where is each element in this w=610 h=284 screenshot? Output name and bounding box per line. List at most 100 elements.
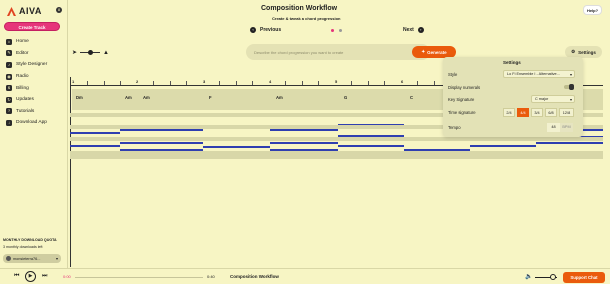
beat-tick [252,81,253,85]
zoom-slider-handle[interactable] [88,50,94,55]
total-time: 0:40 [207,274,215,279]
chord-label[interactable]: Dm [76,95,83,100]
bar-number: 2 [136,79,139,84]
beat-tick [368,81,369,85]
chord-label[interactable]: F [209,95,212,100]
sidebar-item-tutorials[interactable]: ? Tutorials [6,106,47,118]
zoom-slider[interactable] [80,50,101,55]
user-menu[interactable]: monsieterra76... ▾ [3,254,61,263]
sidebar-item-home[interactable]: ⌂ Home [6,36,47,48]
bar-number: 1 [72,79,75,84]
sidebar: AIVA 8 Create Track ⌂ Home ✎ Editor ♪ Style… [0,0,68,268]
page-title: Composition Workflow [261,5,338,12]
playhead[interactable] [70,77,71,267]
chord-label[interactable]: Am [276,95,283,100]
brand-name: AIVA [19,6,42,16]
bar-number: 6 [401,79,404,84]
volume-slider-handle[interactable] [550,274,556,280]
beat-tick [384,81,385,85]
settings-panel: Settings Style Lo Fi Ensemble I - Altern… [443,57,583,137]
time-signature-option[interactable]: 6/8 [545,108,557,117]
style-designer-icon: ♪ [6,61,12,68]
skip-forward-icon[interactable]: ⏭ [42,273,47,280]
username: monsieterra76... [13,256,41,261]
prompt-input[interactable]: Describe the chord progression you want … [254,50,343,55]
arrow-right-icon: › [417,27,424,33]
beat-tick [236,81,237,85]
sidebar-item-updates[interactable]: ↻ Updates [6,94,47,106]
gear-icon: ⚙ [571,49,576,54]
quota-text: 3 monthly downloads left [3,245,43,249]
volume-icon[interactable]: 🔈 [525,273,532,280]
display-numerals-label: Display numerals [448,85,481,90]
chord-label[interactable]: G [344,95,347,100]
bar-number: 4 [269,79,272,84]
sidebar-nav: ⌂ Home ✎ Editor ♪ Style Designer ◉ Radio $ Bi… [6,36,47,129]
key-signature-label: Key Signature [448,97,475,102]
beat-tick [302,81,303,85]
beat-tick [120,81,121,85]
page-subtitle: Create & tweak a chord progression [272,16,341,21]
tutorials-icon: ? [6,108,12,115]
key-signature-select[interactable]: C major ▾ [531,95,575,103]
play-button[interactable]: ▶ [25,271,36,282]
chord-label[interactable]: Am [125,95,132,100]
radio-icon: ◉ [6,73,12,80]
beat-tick [87,81,88,85]
support-chat-button[interactable]: Support Chat [563,272,605,283]
settings-panel-title: Settings [503,60,521,65]
brand[interactable]: AIVA [7,6,42,16]
skip-back-icon[interactable]: ⏮ [14,273,19,280]
tempo-unit: BPM [560,123,573,132]
time-signature-option-selected[interactable]: 4/4 [517,108,529,117]
tempo-label: Tempo [448,125,461,130]
editor-tools: ➤ ▲ [72,49,109,57]
display-numerals-toggle[interactable] [564,84,574,90]
beat-tick [285,81,286,85]
progress-bar[interactable] [75,277,203,278]
next-button[interactable]: Next › [403,27,424,33]
beat-tick [417,81,418,85]
grid-band [70,137,603,141]
beat-tick [186,81,187,85]
help-button[interactable]: Help? [583,5,602,15]
chord-label[interactable]: Am [143,95,150,100]
chevron-down-icon: ▾ [569,97,572,102]
step-indicator-current [331,29,334,32]
avatar [6,256,11,261]
time-signature-option[interactable]: 3/4 [531,108,543,117]
beat-tick [170,81,171,85]
sidebar-item-radio[interactable]: ◉ Radio [6,71,47,83]
play-icon: ▶ [28,273,33,279]
sidebar-item-download-app[interactable]: ↓ Download App [6,117,47,129]
cursor-icon[interactable]: ➤ [72,49,77,56]
style-label: Style [448,72,458,77]
step-indicator-next [339,29,342,32]
tempo-input[interactable]: 48 [547,123,560,132]
beat-tick [153,81,154,85]
sidebar-item-editor[interactable]: ✎ Editor [6,48,47,60]
chord-label[interactable]: C [410,95,413,100]
billing-icon: $ [6,85,12,92]
editor-icon: ✎ [6,50,12,57]
sidebar-item-style-designer[interactable]: ♪ Style Designer [6,59,47,71]
zoom-in-icon[interactable]: ▲ [103,50,109,56]
updates-icon: ↻ [6,96,12,103]
style-select[interactable]: Lo Fi Ensemble I - Alternative... ▾ [503,70,575,78]
grid-band [70,151,603,159]
arrow-left-icon: ‹ [250,27,256,33]
previous-button[interactable]: ‹ Previous [250,27,281,33]
beat-tick [104,81,105,85]
home-icon: ⌂ [6,38,12,45]
create-track-button[interactable]: Create Track [4,22,60,31]
beat-tick [219,81,220,85]
notification-badge[interactable]: 8 [56,7,62,13]
sidebar-item-billing[interactable]: $ Billing [6,82,47,94]
sparkle-icon: ✦ [421,49,426,54]
time-signature-option[interactable]: 12/8 [559,108,574,117]
aiva-logo-icon [7,6,16,16]
time-signature-label: Time signature [448,110,476,115]
time-signature-option[interactable]: 2/4 [503,108,515,117]
toggle-knob [569,84,574,90]
beat-tick [434,81,435,85]
